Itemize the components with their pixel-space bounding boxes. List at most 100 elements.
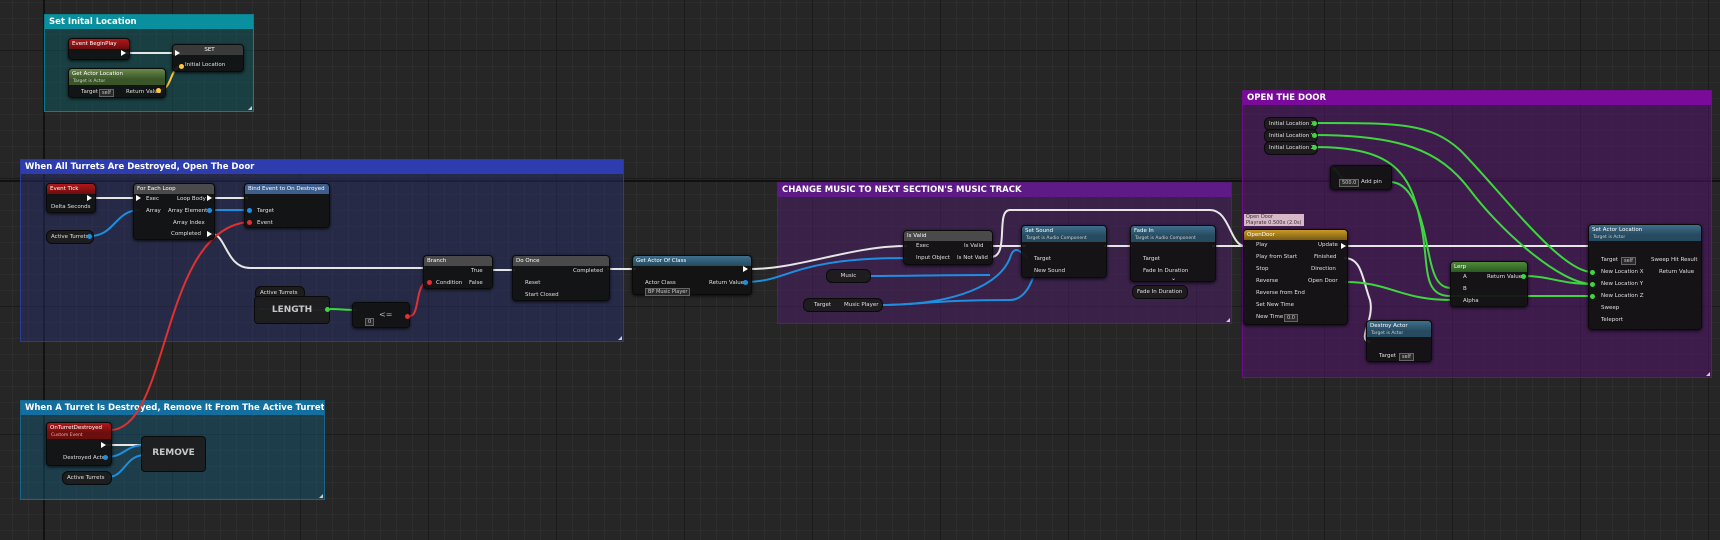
node-subtitle: Target is Audio Component: [1131, 236, 1215, 242]
add-value[interactable]: 500.0: [1339, 179, 1360, 187]
return-value-pin[interactable]: Return Value: [1487, 273, 1522, 281]
node-subtitle: Target is Audio Component: [1022, 236, 1106, 242]
completed-pin[interactable]: Completed: [171, 230, 201, 238]
operator-label: <=: [379, 310, 393, 319]
is-not-valid-pin[interactable]: Is Not Valid: [957, 254, 988, 262]
array-element-pin[interactable]: Array Element: [168, 207, 207, 215]
target-pin[interactable]: Target: [1034, 255, 1051, 263]
play-pin[interactable]: Play: [1256, 241, 1267, 249]
node-title: Fade In: [1131, 226, 1215, 236]
reverse-from-end-pin[interactable]: Reverse from End: [1256, 289, 1305, 297]
open-door-pin[interactable]: Open Door: [1308, 277, 1338, 285]
self-value[interactable]: self: [1399, 353, 1414, 361]
chevron-down-icon[interactable]: ⌄: [1171, 275, 1176, 283]
is-valid-pin[interactable]: Is Valid: [964, 242, 984, 250]
initial-location-pin[interactable]: Initial Location: [185, 61, 225, 69]
exec-pin[interactable]: Exec: [146, 195, 159, 203]
fade-in-duration-pin[interactable]: Fade In Duration: [1143, 267, 1188, 275]
initial-location-z-variable[interactable]: Initial Location Z: [1264, 141, 1318, 155]
target-pin[interactable]: Target: [1379, 352, 1396, 360]
destroyed-actor-pin[interactable]: Destroyed Actor: [63, 454, 108, 462]
new-location-x-pin[interactable]: New Location X: [1601, 268, 1644, 276]
is-valid-node[interactable]: Is Valid Exec Input Object Is Valid Is N…: [903, 230, 993, 265]
target-pin[interactable]: Target: [1601, 256, 1618, 264]
input-object-pin[interactable]: Input Object: [916, 254, 950, 262]
return-value-pin[interactable]: Return Value: [1659, 268, 1694, 276]
loop-body-pin[interactable]: Loop Body: [177, 195, 206, 203]
branch-node[interactable]: Branch Condition True False: [423, 255, 493, 289]
less-equal-node[interactable]: <= 0: [352, 302, 410, 328]
set-sound-node[interactable]: Set Sound Target is Audio Component Targ…: [1021, 225, 1107, 278]
remove-node[interactable]: REMOVE: [141, 436, 206, 472]
node-title: Destroy Actor: [1367, 321, 1431, 331]
target-pin[interactable]: Target: [257, 207, 274, 215]
get-actor-location-node[interactable]: Get Actor Location Target is Actor Targe…: [68, 68, 166, 98]
true-pin[interactable]: True: [471, 267, 483, 275]
compare-value[interactable]: 0: [365, 318, 375, 326]
set-new-time-pin[interactable]: Set New Time: [1256, 301, 1294, 309]
music-variable[interactable]: Music: [826, 269, 871, 283]
new-time-value[interactable]: 0.0: [1284, 314, 1298, 322]
alpha-pin[interactable]: Alpha: [1463, 297, 1479, 305]
new-location-y-pin[interactable]: New Location Y: [1601, 280, 1643, 288]
self-value[interactable]: self: [99, 89, 114, 97]
lerp-node[interactable]: Lerp A B Alpha Return Value: [1450, 261, 1528, 307]
do-once-node[interactable]: Do Once Reset Start Closed Completed: [512, 255, 610, 301]
finished-pin[interactable]: Finished: [1314, 253, 1337, 261]
bind-event-node[interactable]: Bind Event to On Destroyed Target Event: [244, 183, 330, 228]
fade-in-node[interactable]: Fade In Target is Audio Component Target…: [1130, 225, 1216, 282]
event-beginplay-node[interactable]: Event BeginPlay: [68, 38, 130, 60]
false-pin[interactable]: False: [469, 279, 483, 287]
object-pin-icon: [247, 208, 252, 213]
array-pin[interactable]: Array: [146, 207, 161, 215]
fade-in-duration-variable[interactable]: Fade In Duration: [1132, 285, 1188, 299]
node-title: SET: [173, 45, 243, 55]
play-from-start-pin[interactable]: Play from Start: [1256, 253, 1297, 261]
new-sound-pin[interactable]: New Sound: [1034, 267, 1065, 275]
node-title: Get Actor Location: [69, 69, 165, 79]
length-node[interactable]: LENGTH: [254, 296, 330, 324]
exec-pin[interactable]: Exec: [916, 242, 929, 250]
target-pin[interactable]: Target: [1143, 255, 1160, 263]
add-node[interactable]: 500.0 Add pin: [1330, 165, 1392, 190]
event-pin[interactable]: Event: [257, 219, 273, 227]
stop-pin[interactable]: Stop: [1256, 265, 1269, 273]
sweep-pin[interactable]: Sweep: [1601, 304, 1619, 312]
b-pin[interactable]: B: [1463, 285, 1467, 293]
timeline-comment: Open Door Playrate 0.500x (2.0s): [1244, 214, 1304, 226]
active-turrets-variable[interactable]: Active Turrets: [62, 471, 112, 485]
self-value[interactable]: self: [1621, 257, 1636, 265]
update-pin[interactable]: Update: [1318, 241, 1338, 249]
target-pin[interactable]: Target: [81, 88, 98, 96]
set-actor-location-node[interactable]: Set Actor Location Target is Actor Targe…: [1588, 224, 1702, 330]
music-player-get-node[interactable]: Target Music Player: [803, 298, 883, 312]
reset-pin[interactable]: Reset: [525, 279, 540, 287]
add-pin-button[interactable]: Add pin: [1361, 178, 1382, 186]
node-title: Lerp: [1451, 262, 1527, 272]
completed-pin[interactable]: Completed: [573, 267, 603, 275]
new-time-pin[interactable]: New Time: [1256, 313, 1283, 321]
get-actor-of-class-node[interactable]: Get Actor Of Class Actor Class BP Music …: [632, 255, 752, 296]
array-index-pin[interactable]: Array Index: [173, 219, 205, 227]
condition-pin[interactable]: Condition: [436, 279, 462, 287]
new-location-z-pin[interactable]: New Location Z: [1601, 292, 1644, 300]
vector-pin-icon: [156, 88, 161, 93]
blueprint-graph[interactable]: Set Inital Location When All Turrets Are…: [0, 0, 1720, 540]
for-each-loop-node[interactable]: For Each Loop Exec Array Loop Body Array…: [133, 183, 215, 240]
delta-seconds-pin[interactable]: Delta Seconds: [51, 203, 91, 211]
sweep-hit-result-pin[interactable]: Sweep Hit Result: [1651, 256, 1698, 264]
actor-class-pin[interactable]: Actor Class: [645, 279, 676, 287]
teleport-pin[interactable]: Teleport: [1601, 316, 1623, 324]
object-pin-icon: [207, 208, 212, 213]
music-player-pin[interactable]: Music Player: [844, 299, 879, 311]
direction-pin[interactable]: Direction: [1311, 265, 1336, 273]
reverse-pin[interactable]: Reverse: [1256, 277, 1278, 285]
class-value[interactable]: BP Music Player: [645, 288, 691, 296]
target-pin[interactable]: Target: [814, 299, 831, 311]
destroy-actor-node[interactable]: Destroy Actor Target is Actor Target sel…: [1366, 320, 1432, 362]
a-pin[interactable]: A: [1463, 273, 1467, 281]
return-value-pin[interactable]: Return Value: [709, 279, 744, 287]
start-closed-pin[interactable]: Start Closed: [525, 291, 559, 299]
opendoor-timeline-node[interactable]: OpenDoor Play Play from Start Stop Rever…: [1243, 229, 1348, 325]
node-title: Bind Event to On Destroyed: [245, 184, 329, 194]
